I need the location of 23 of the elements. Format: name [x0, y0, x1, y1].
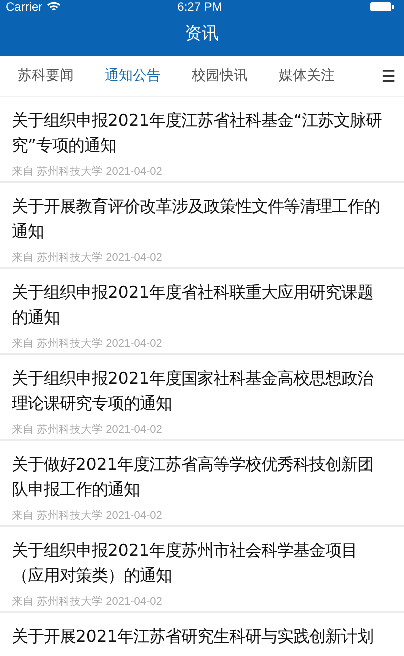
article-title[interactable]: 关于做好2021年度江苏省高等学校优秀科技创新团队申报工作的通知	[12, 452, 392, 502]
article-source-date: 来自 苏州科技大学 2021-04-02	[12, 337, 164, 351]
wifi-icon	[46, 2, 61, 12]
category-tab[interactable]: 校园快讯	[192, 67, 248, 85]
article-source-date: 来自 苏州科技大学 2021-04-02	[12, 165, 164, 179]
menu-icon[interactable]: ☰	[382, 66, 396, 86]
article-source-date: 来自 苏州科技大学 2021-04-02	[12, 595, 164, 609]
article-source-date: 来自 苏州科技大学 2021-04-02	[12, 251, 164, 265]
page-title: 资讯	[184, 22, 220, 46]
article-title[interactable]: 关于组织申报2021年度国家社科基金高校思想政治理论课研究专项的通知	[12, 366, 392, 416]
article-source-date: 来自 苏州科技大学 2021-04-02	[12, 423, 164, 437]
article-source-date: 来自 苏州科技大学 2021-04-02	[12, 509, 164, 523]
article-title[interactable]: 关于开展教育评价改革涉及政策性文件等清理工作的通知	[12, 194, 392, 244]
article-title[interactable]: 关于开展2021年江苏省研究生科研与实践创新计划	[12, 624, 392, 649]
battery-icon	[370, 2, 394, 12]
article-title[interactable]: 关于组织申报2021年度省社科联重大应用研究课题的通知	[12, 280, 392, 330]
article-title[interactable]: 关于组织申报2021年度江苏省社科基金“江苏文脉研究”专项的通知	[12, 108, 392, 158]
category-tab[interactable]: 苏科要闻	[18, 67, 74, 85]
category-tab[interactable]: 媒体关注	[279, 67, 335, 85]
carrier-label: Carrier	[6, 1, 43, 13]
category-tab[interactable]: 通知公告	[105, 67, 161, 85]
clock-time: 6:27 PM	[178, 1, 222, 13]
article-title[interactable]: 关于组织申报2021年度苏州市社会科学基金项目（应用对策类）的通知	[12, 538, 392, 588]
